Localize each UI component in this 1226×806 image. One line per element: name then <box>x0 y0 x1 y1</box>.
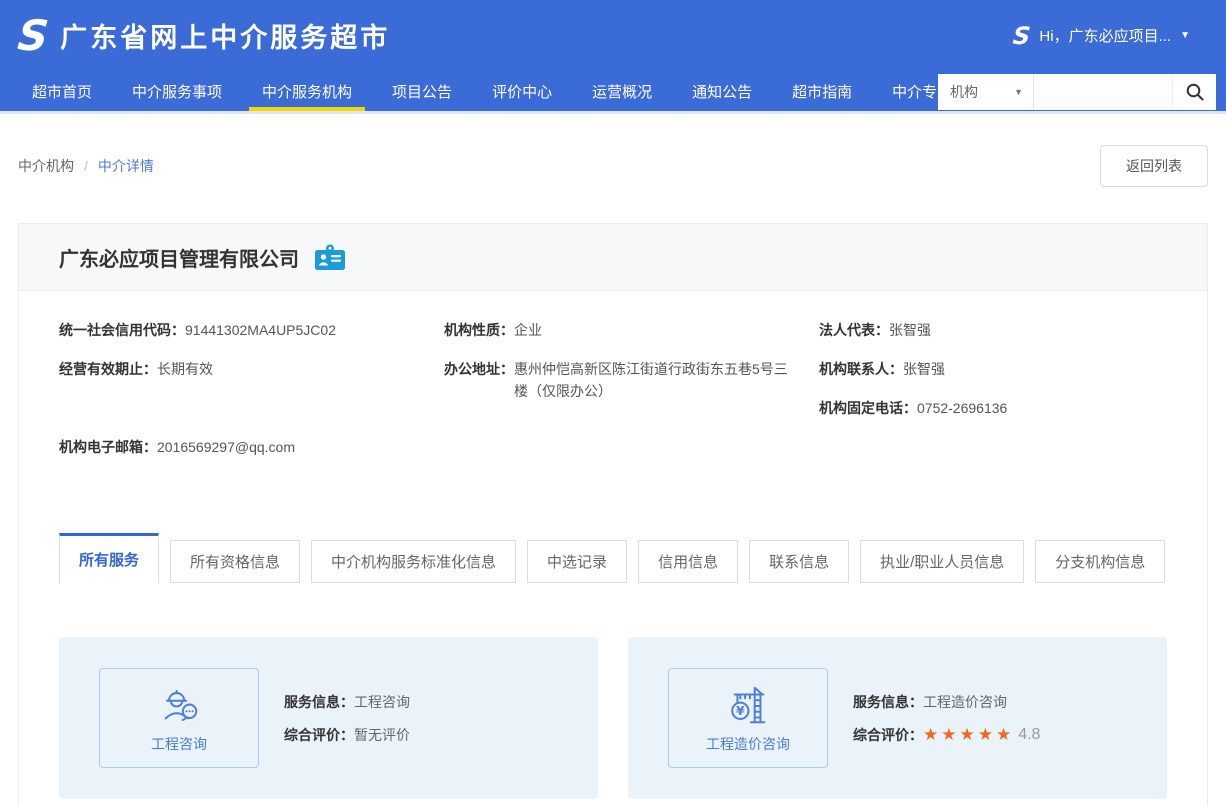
breadcrumb-row: 中介机构 / 中介详情 返回列表 <box>18 140 1208 192</box>
field-value: 2016569297@qq.com <box>157 436 295 458</box>
nav-item-operation-overview[interactable]: 运营概况 <box>579 71 665 111</box>
site-header: S 广东省网上中介服务超市 S Hi，广东必应项目... ▼ <box>0 0 1226 71</box>
user-greeting: Hi，广东必应项目... <box>1039 25 1171 46</box>
company-panel-header: 广东必应项目管理有限公司 <box>19 224 1207 291</box>
user-logo-icon: S <box>1012 24 1032 48</box>
nav-item-service-matters[interactable]: 中介服务事项 <box>119 71 235 111</box>
detail-tabs: 所有服务 所有资格信息 中介机构服务标准化信息 中选记录 信用信息 联系信息 执… <box>59 533 1167 583</box>
service-info-label: 服务信息： <box>284 692 354 712</box>
field-office-address: 办公地址： 惠州仲恺高新区陈江街道行政街东五巷5号三楼（仅限办公） <box>444 358 819 402</box>
select-caret-icon: ▼ <box>1014 87 1023 97</box>
nav-item-home[interactable]: 超市首页 <box>19 71 105 111</box>
service-icon-label: 工程咨询 <box>151 734 207 754</box>
search-input[interactable] <box>1034 74 1172 110</box>
field-label: 机构性质： <box>444 319 514 341</box>
service-info-value: 工程咨询 <box>354 692 410 712</box>
main-nav: 超市首页 中介服务事项 中介服务机构 项目公告 评价中心 运营概况 通知公告 超… <box>0 71 1226 114</box>
field-phone: 机构固定电话： 0752-2696136 <box>819 397 1167 419</box>
info-column-1: 统一社会信用代码： 91441302MA4UP5JC02 经营有效期止： 长期有… <box>59 319 444 475</box>
service-info-label: 服务信息： <box>853 692 923 712</box>
field-label: 机构固定电话： <box>819 397 917 419</box>
tab-all-services[interactable]: 所有服务 <box>59 533 159 583</box>
nav-item-guide[interactable]: 超市指南 <box>779 71 865 111</box>
nav-item-notices[interactable]: 通知公告 <box>679 71 765 111</box>
field-value: 0752-2696136 <box>917 397 1007 419</box>
tab-selection-records[interactable]: 中选记录 <box>527 540 627 583</box>
service-card-info: 服务信息： 工程造价咨询 综合评价： ★★★★★ 4.8 <box>853 692 1040 745</box>
service-rating-row: 综合评价： 暂无评价 <box>284 725 410 745</box>
service-info-row: 服务信息： 工程造价咨询 <box>853 692 1040 712</box>
nav-item-agencies[interactable]: 中介服务机构 <box>249 71 365 111</box>
company-name: 广东必应项目管理有限公司 <box>59 243 299 272</box>
service-card-cost-consulting: ¥ 工程造价咨询 服务信息： 工程造价咨询 综合评价： ★★★★★ 4.8 <box>628 637 1167 799</box>
breadcrumb-separator: / <box>84 158 88 174</box>
service-icon-box[interactable]: ¥ 工程造价咨询 <box>668 668 828 768</box>
field-org-type: 机构性质： 企业 <box>444 319 819 341</box>
cost-consulting-crane-icon: ¥ <box>725 683 771 729</box>
search-icon <box>1185 82 1205 102</box>
search-category-select[interactable]: 机构 ▼ <box>938 74 1034 110</box>
field-label: 机构联系人： <box>819 358 903 380</box>
breadcrumb-root[interactable]: 中介机构 <box>18 156 74 176</box>
service-info-row: 服务信息： 工程咨询 <box>284 692 410 712</box>
service-cards: 工程咨询 服务信息： 工程咨询 综合评价： 暂无评价 <box>59 637 1167 799</box>
back-to-list-button[interactable]: 返回列表 <box>1100 145 1208 187</box>
field-value: 91441302MA4UP5JC02 <box>185 319 336 341</box>
tab-standardization-info[interactable]: 中介机构服务标准化信息 <box>311 540 516 583</box>
service-card-engineering: 工程咨询 服务信息： 工程咨询 综合评价： 暂无评价 <box>59 637 598 799</box>
service-icon-box[interactable]: 工程咨询 <box>99 668 259 768</box>
search-category-value: 机构 <box>950 82 978 102</box>
info-column-2: 机构性质： 企业 办公地址： 惠州仲恺高新区陈江街道行政街东五巷5号三楼（仅限办… <box>444 319 819 475</box>
rating-value: 4.8 <box>1018 726 1040 744</box>
info-column-3: 法人代表： 张智强 机构联系人： 张智强 机构固定电话： 0752-269613… <box>819 319 1167 475</box>
company-info-grid: 统一社会信用代码： 91441302MA4UP5JC02 经营有效期止： 长期有… <box>59 319 1167 475</box>
service-icon-label: 工程造价咨询 <box>706 734 790 754</box>
user-menu[interactable]: S Hi，广东必应项目... ▼ <box>1013 24 1190 48</box>
site-title: 广东省网上中介服务超市 <box>60 16 390 55</box>
field-label: 机构电子邮箱： <box>59 436 157 458</box>
id-card-icon[interactable] <box>314 244 346 271</box>
rating-text: 暂无评价 <box>354 725 410 745</box>
page-content: 中介机构 / 中介详情 返回列表 广东必应项目管理有限公司 统一社会 <box>0 140 1226 806</box>
field-label: 统一社会信用代码： <box>59 319 185 341</box>
service-card-info: 服务信息： 工程咨询 综合评价： 暂无评价 <box>284 692 410 745</box>
field-legal-rep: 法人代表： 张智强 <box>819 319 1167 341</box>
tab-branches-info[interactable]: 分支机构信息 <box>1035 540 1165 583</box>
chevron-down-icon: ▼ <box>1180 30 1190 41</box>
nav-item-project-announcements[interactable]: 项目公告 <box>379 71 465 111</box>
company-panel-body: 统一社会信用代码： 91441302MA4UP5JC02 经营有效期止： 长期有… <box>19 291 1207 799</box>
field-value: 惠州仲恺高新区陈江街道行政街东五巷5号三楼（仅限办公） <box>514 358 796 402</box>
tab-credit-info[interactable]: 信用信息 <box>638 540 738 583</box>
field-validity: 经营有效期止： 长期有效 <box>59 358 444 380</box>
service-rating-row: 综合评价： ★★★★★ 4.8 <box>853 725 1040 745</box>
breadcrumb-current[interactable]: 中介详情 <box>98 156 154 176</box>
field-credit-code: 统一社会信用代码： 91441302MA4UP5JC02 <box>59 319 444 341</box>
field-label: 办公地址： <box>444 358 514 402</box>
field-value: 企业 <box>514 319 542 341</box>
rating-label: 综合评价： <box>284 725 354 745</box>
company-panel: 广东必应项目管理有限公司 统一社会信用代码： 91441302MA4UP5JC0… <box>18 223 1208 806</box>
field-label: 法人代表： <box>819 319 889 341</box>
field-label: 经营有效期止： <box>59 358 157 380</box>
field-value: 张智强 <box>903 358 945 380</box>
field-value: 长期有效 <box>157 358 213 380</box>
search-group: 机构 ▼ <box>938 74 1216 110</box>
rating-stars-icon: ★★★★★ <box>923 726 1014 743</box>
tab-practitioners-info[interactable]: 执业/职业人员信息 <box>860 540 1024 583</box>
field-email: 机构电子邮箱： 2016569297@qq.com <box>59 436 444 458</box>
search-button[interactable] <box>1172 74 1216 110</box>
field-value: 张智强 <box>889 319 931 341</box>
tab-qualifications[interactable]: 所有资格信息 <box>170 540 300 583</box>
tab-contact-info[interactable]: 联系信息 <box>749 540 849 583</box>
site-logo-icon: S <box>16 15 51 57</box>
service-info-value: 工程造价咨询 <box>923 692 1007 712</box>
site-brand[interactable]: S 广东省网上中介服务超市 <box>18 15 390 57</box>
svg-text:¥: ¥ <box>736 703 745 718</box>
breadcrumb: 中介机构 / 中介详情 <box>18 156 154 176</box>
engineer-consulting-icon <box>156 683 202 729</box>
rating-label: 综合评价： <box>853 725 923 745</box>
nav-item-evaluation-center[interactable]: 评价中心 <box>479 71 565 111</box>
field-contact-person: 机构联系人： 张智强 <box>819 358 1167 380</box>
